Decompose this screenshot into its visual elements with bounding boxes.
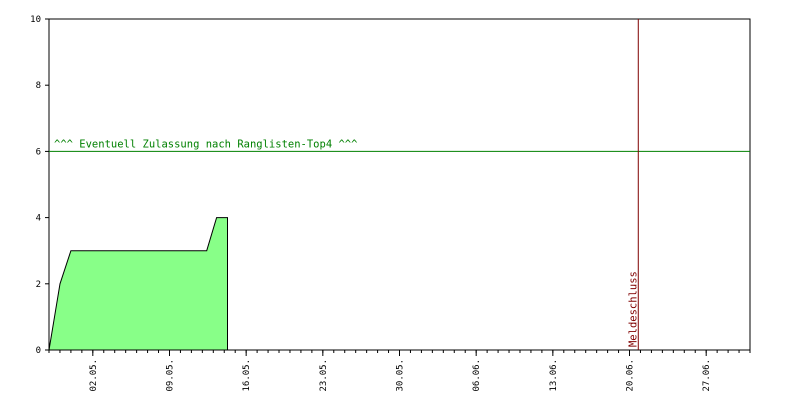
x-tick-label: 13.06. (549, 359, 559, 392)
deadline-label: Meldeschluss (627, 271, 639, 347)
x-tick-label: 27.06. (702, 359, 712, 392)
y-tick-label: 8 (36, 81, 41, 91)
x-tick-label: 23.05. (319, 359, 329, 392)
x-tick-label: 20.06. (626, 359, 636, 392)
x-tick-label: 09.05. (165, 359, 175, 392)
y-tick-label: 4 (36, 214, 41, 224)
y-tick-label: 10 (30, 15, 41, 25)
y-tick-label: 6 (36, 147, 41, 157)
y-tick-label: 2 (36, 280, 41, 290)
x-tick-label: 30.05. (396, 359, 406, 392)
x-tick-label: 02.05. (89, 359, 99, 392)
x-tick-label: 16.05. (242, 359, 252, 392)
threshold-label: ^^^ Eventuell Zulassung nach Ranglisten-… (54, 138, 357, 150)
x-tick-label: 06.06. (472, 359, 482, 392)
registration-chart: 0 2 4 6 8 10 02.05. 09.05. 16.05. 23.05. 30.05. 06.… (30, 15, 751, 392)
y-tick-label: 0 (36, 346, 41, 356)
area-series-0 (48, 217, 228, 351)
series-layer (48, 217, 228, 351)
